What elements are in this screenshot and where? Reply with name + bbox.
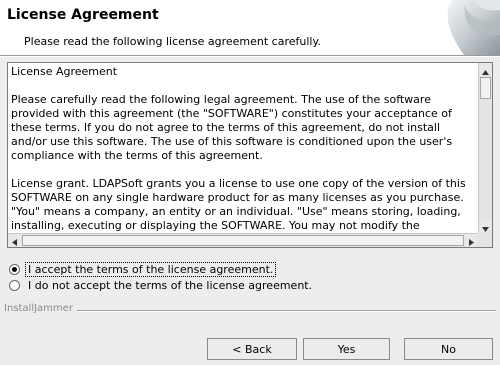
triangle-left-icon xyxy=(12,231,17,250)
license-text: License Agreement Please carefully read … xyxy=(11,65,466,231)
license-text-box[interactable]: License Agreement Please carefully read … xyxy=(7,62,493,248)
brand-divider xyxy=(4,310,496,312)
decline-option[interactable]: I do not accept the terms of the license… xyxy=(9,277,312,293)
accept-option[interactable]: I accept the terms of the license agreem… xyxy=(9,261,277,277)
header-logo-graphic xyxy=(434,0,500,55)
scroll-up-button[interactable] xyxy=(479,63,492,76)
page-subtitle: Please read the following license agreem… xyxy=(24,35,321,48)
horizontal-scroll-thumb[interactable] xyxy=(22,235,464,246)
header-separator xyxy=(0,55,500,57)
no-button[interactable]: No xyxy=(404,338,493,360)
vertical-scrollbar[interactable] xyxy=(478,63,492,233)
yes-button[interactable]: Yes xyxy=(303,338,390,360)
header-banner: License Agreement Please read the follow… xyxy=(0,0,500,55)
installer-brand-row: InstallJammer xyxy=(4,303,496,317)
back-button[interactable]: < Back xyxy=(207,338,297,360)
decline-label[interactable]: I do not accept the terms of the license… xyxy=(25,279,312,292)
page-title: License Agreement xyxy=(7,7,159,23)
installer-brand: InstallJammer xyxy=(4,303,77,314)
scroll-left-button[interactable] xyxy=(8,234,21,247)
decline-radio[interactable] xyxy=(9,279,20,291)
accept-label[interactable]: I accept the terms of the license agreem… xyxy=(25,261,277,277)
accept-radio[interactable] xyxy=(9,263,20,275)
vertical-scroll-thumb[interactable] xyxy=(480,77,491,99)
horizontal-scrollbar[interactable] xyxy=(8,233,478,247)
triangle-right-icon xyxy=(469,231,474,250)
scroll-corner xyxy=(477,232,492,247)
